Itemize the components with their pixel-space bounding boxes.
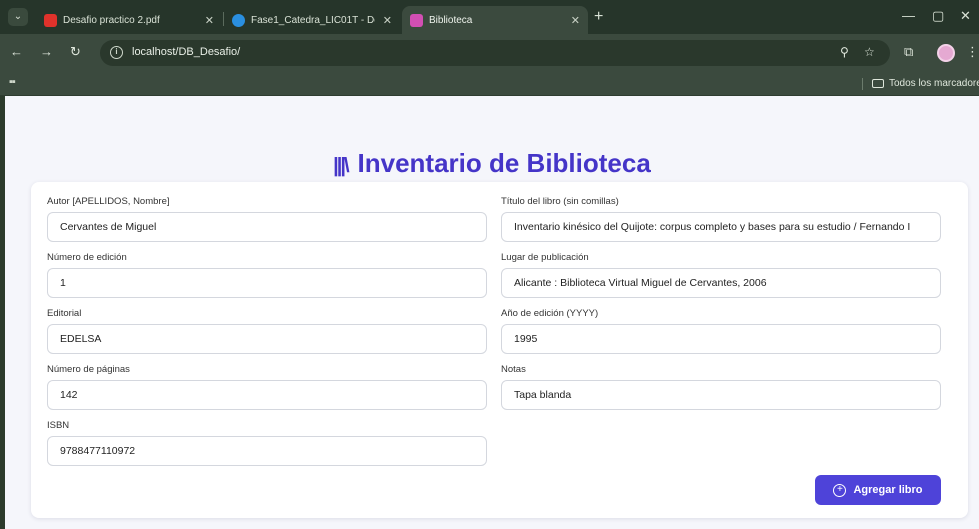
restore-icon[interactable]: ▢ xyxy=(932,8,944,24)
bookmarks-bar: ▪▪ Todos los marcadores xyxy=(0,72,979,96)
profile-avatar[interactable] xyxy=(937,44,955,62)
field-autor: Autor [APELLIDOS, Nombre] Cervantes de M… xyxy=(47,196,487,242)
field-lugar: Lugar de publicación Alicante : Bibliote… xyxy=(501,252,941,298)
editorial-input[interactable]: EDELSA xyxy=(47,324,487,354)
address-bar[interactable]: i localhost/DB_Desafio/ ⚲ ☆ xyxy=(100,40,890,66)
field-paginas: Número de páginas 142 xyxy=(47,364,487,410)
site-info-icon[interactable]: i xyxy=(110,46,123,59)
autor-label: Autor [APELLIDOS, Nombre] xyxy=(47,196,170,207)
close-icon[interactable]: ✕ xyxy=(383,14,392,27)
new-tab-button[interactable]: + xyxy=(594,9,603,25)
edicion-label: Número de edición xyxy=(47,252,127,263)
app-icon xyxy=(410,13,423,27)
books-icon: |||\ xyxy=(333,155,349,177)
field-isbn: ISBN 9788477110972 xyxy=(47,420,487,466)
tab-biblioteca[interactable]: Biblioteca ✕ xyxy=(402,6,588,34)
field-anio: Año de edición (YYYY) 1995 xyxy=(501,308,941,354)
folder-icon xyxy=(872,79,884,88)
back-arrow-icon[interactable]: ← xyxy=(10,45,23,59)
titulo-label: Título del libro (sin comillas) xyxy=(501,196,619,207)
notas-input[interactable]: Tapa blanda xyxy=(501,380,941,410)
zoom-icon[interactable]: ⚲ xyxy=(840,45,849,59)
menu-dots-icon[interactable]: ⋮ xyxy=(966,44,979,60)
lugar-label: Lugar de publicación xyxy=(501,252,589,263)
paginas-input[interactable]: 142 xyxy=(47,380,487,410)
all-bookmarks-folder[interactable]: Todos los marcadores xyxy=(872,78,979,89)
forward-arrow-icon[interactable]: → xyxy=(40,45,53,59)
tab-desafio-pdf[interactable]: Desafio practico 2.pdf ✕ xyxy=(36,6,222,34)
anio-input[interactable]: 1995 xyxy=(501,324,941,354)
isbn-input[interactable]: 9788477110972 xyxy=(47,436,487,466)
field-edicion: Número de edición 1 xyxy=(47,252,487,298)
editorial-label: Editorial xyxy=(47,308,82,319)
pdf-icon xyxy=(44,13,57,27)
extensions-icon[interactable]: ⧉ xyxy=(904,44,913,60)
anio-label: Año de edición (YYYY) xyxy=(501,308,599,319)
browser-tabstrip: ⌄ Desafio practico 2.pdf ✕ Fase1_Catedra… xyxy=(0,0,979,34)
add-book-button[interactable]: + Agregar libro xyxy=(815,475,941,505)
url-text: localhost/DB_Desafio/ xyxy=(132,46,241,58)
reload-icon[interactable]: ↻ xyxy=(70,45,81,59)
apps-grid-icon[interactable]: ▪▪ xyxy=(9,76,16,88)
close-icon[interactable]: ✕ xyxy=(205,14,214,27)
notas-label: Notas xyxy=(501,364,526,375)
bookmarks-separator xyxy=(862,78,863,90)
field-editorial: Editorial EDELSA xyxy=(47,308,487,354)
autor-input[interactable]: Cervantes de Miguel xyxy=(47,212,487,242)
page-viewport: |||\ Inventario de Biblioteca Autor [APEL… xyxy=(5,96,979,529)
page-title: |||\ Inventario de Biblioteca xyxy=(333,148,651,178)
close-icon[interactable]: ✕ xyxy=(571,14,580,27)
tab-fase1-catedra[interactable]: Fase1_Catedra_LIC01T - Docum ✕ xyxy=(224,6,400,34)
copilot-icon xyxy=(232,13,245,27)
minimize-icon[interactable]: — xyxy=(902,8,915,23)
lugar-input[interactable]: Alicante : Biblioteca Virtual Miguel de … xyxy=(501,268,941,298)
book-form-card: Autor [APELLIDOS, Nombre] Cervantes de M… xyxy=(31,182,968,518)
tab-search-button[interactable]: ⌄ xyxy=(8,8,28,26)
titulo-input[interactable]: Inventario kinésico del Quijote: corpus … xyxy=(501,212,941,242)
edicion-input[interactable]: 1 xyxy=(47,268,487,298)
isbn-label: ISBN xyxy=(47,420,70,431)
bookmark-star-icon[interactable]: ☆ xyxy=(864,45,875,59)
browser-toolbar: ← → ↻ i localhost/DB_Desafio/ ⚲ ☆ ⧉ ⋮ xyxy=(0,34,979,72)
plus-circle-icon: + xyxy=(833,483,847,497)
close-window-icon[interactable]: ✕ xyxy=(960,8,971,24)
paginas-label: Número de páginas xyxy=(47,364,130,375)
field-titulo: Título del libro (sin comillas) Inventar… xyxy=(501,196,941,242)
field-notas: Notas Tapa blanda xyxy=(501,364,941,410)
